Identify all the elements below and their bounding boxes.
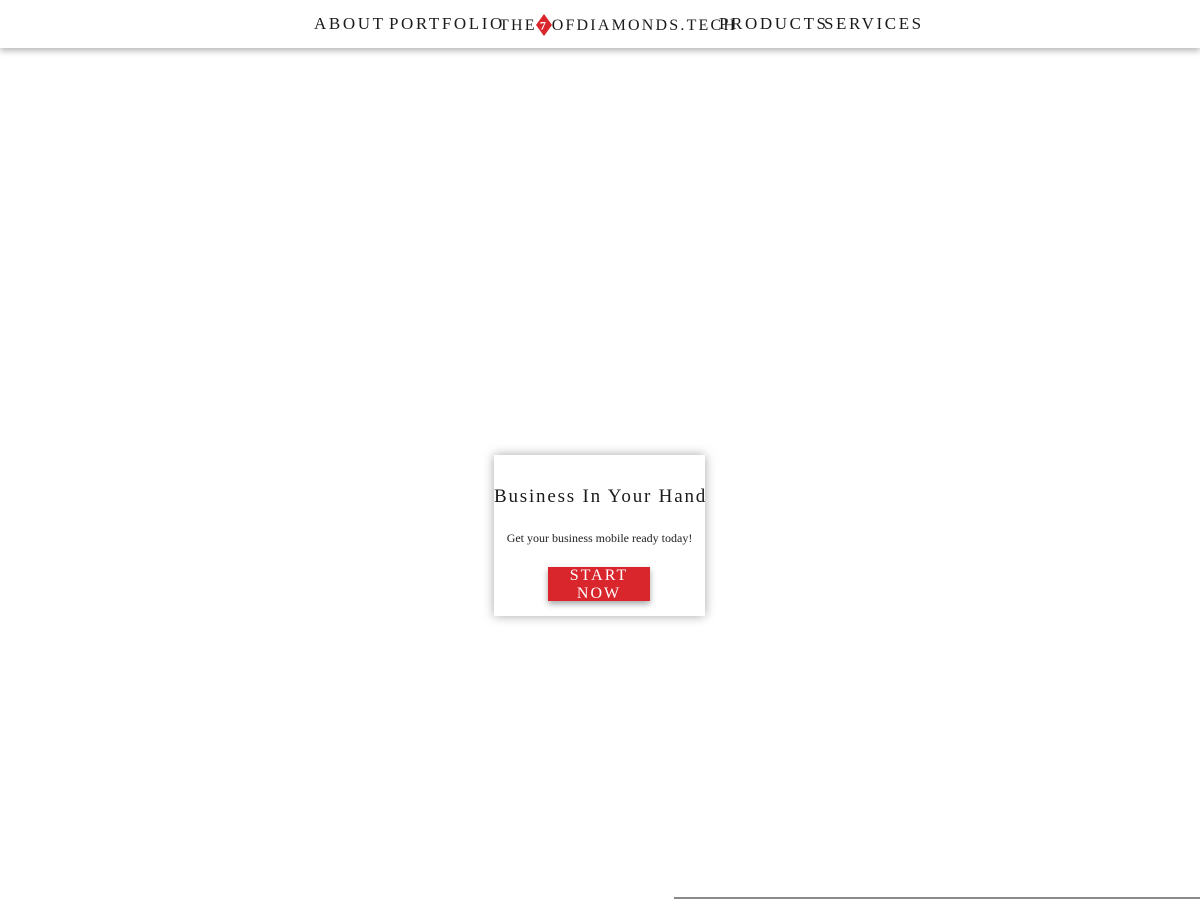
brand-name-suffix: OFDIAMONDS.TECH: [551, 17, 738, 34]
brand-logo-link[interactable]: THE 7 OFDIAMONDS.TECH: [499, 14, 737, 38]
brand-name-prefix: THE: [499, 17, 537, 34]
hero-card-title: Business In Your Hand: [494, 486, 708, 507]
bottom-divider: [674, 897, 1200, 899]
hero-card-subtitle: Get your business mobile ready today!: [506, 531, 693, 545]
top-navigation-bar: ABOUT PORTFOLIO THE 7 OFDIAMONDS.TECH PR…: [0, 0, 1200, 48]
nav-link-services[interactable]: SERVICES: [824, 14, 924, 34]
nav-link-products[interactable]: PRODUCTS: [719, 14, 829, 34]
nav-link-about[interactable]: ABOUT: [314, 14, 386, 34]
nav-link-portfolio[interactable]: PORTFOLIO: [389, 14, 505, 34]
brand-logo-letter: 7: [540, 19, 548, 33]
red-diamond-seven-icon: 7: [535, 14, 552, 36]
hero-card: Business In Your Hand Get your business …: [494, 455, 705, 616]
start-now-button[interactable]: START NOW: [548, 567, 650, 602]
